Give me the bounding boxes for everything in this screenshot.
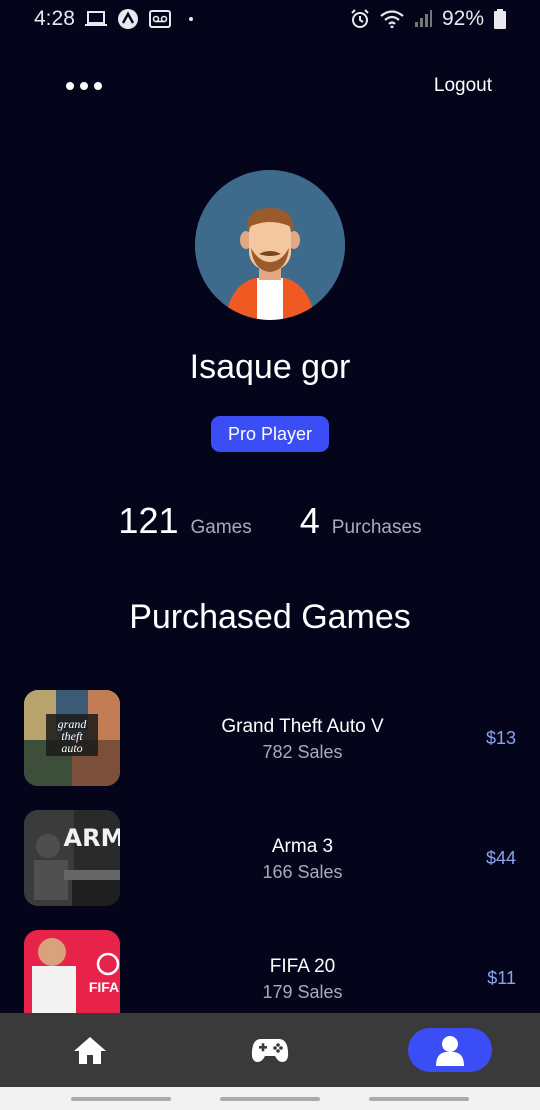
voicemail-icon [148, 10, 171, 28]
purchases-label: Purchases [331, 517, 422, 538]
svg-text:FIFA: FIFA [89, 979, 119, 995]
purchases-count: 4 [299, 500, 320, 541]
game-info: FIFA 20 179 Sales [170, 956, 435, 1003]
system-gesture-bar [0, 1087, 540, 1110]
profile-stats: 121 Games 4 Purchases [0, 500, 540, 550]
gta-v-cover: grand theft auto [24, 690, 120, 786]
battery-percentage: 92% [441, 7, 484, 30]
app-notification-icon [117, 8, 139, 30]
games-label: Games [190, 517, 252, 538]
games-count: 121 [118, 500, 179, 541]
game-price: $11 [487, 968, 516, 988]
status-time: 4:28 [34, 7, 75, 30]
gesture-handle [70, 1096, 171, 1101]
notification-dot-icon [188, 17, 193, 21]
game-price: $13 [485, 728, 516, 748]
game-sales: 166 Sales [262, 862, 343, 882]
svg-text:ARM: ARM [64, 824, 120, 852]
purchases-stat: 4 Purchases [300, 500, 422, 542]
game-title: FIFA 20 [269, 956, 336, 977]
avatar-illustration-icon [195, 170, 345, 320]
arma-3-cover: ARM [24, 810, 120, 906]
status-right: 92% [350, 7, 506, 31]
alarm-icon [350, 9, 370, 29]
game-info: Grand Theft Auto V 782 Sales [170, 716, 435, 763]
game-title: Grand Theft Auto V [221, 716, 384, 737]
laptop-icon [84, 11, 107, 27]
list-item[interactable]: ARM Arma 3 166 Sales $44 [0, 810, 540, 930]
status-left: 4:28 [34, 7, 193, 31]
games-stat: 121 Games [118, 500, 251, 542]
user-icon [436, 1036, 464, 1066]
gesture-handle [369, 1096, 470, 1101]
fifa-20-cover: FIFA [24, 930, 120, 1026]
battery-icon [494, 9, 506, 29]
game-title: Arma 3 [271, 836, 334, 857]
game-sales: 179 Sales [262, 982, 343, 1002]
nav-profile[interactable] [408, 1028, 492, 1072]
nav-games[interactable] [228, 1028, 312, 1072]
pro-player-badge: Pro Player [211, 416, 329, 452]
status-bar: 4:28 92% [0, 0, 540, 38]
nav-home[interactable] [48, 1028, 132, 1072]
gamepad-icon [251, 1039, 289, 1062]
signal-icon [414, 10, 432, 28]
profile-name: Isaque gor [189, 348, 351, 386]
logout-button[interactable]: Logout [434, 75, 492, 97]
wifi-icon [380, 10, 404, 28]
game-price: $44 [485, 848, 516, 868]
bottom-navigation [0, 1013, 540, 1087]
game-sales: 782 Sales [262, 742, 343, 762]
header: Logout [0, 66, 540, 106]
svg-text:auto: auto [61, 741, 82, 755]
avatar [195, 170, 345, 320]
list-item[interactable]: grand theft auto Grand Theft Auto V 782 … [0, 690, 540, 810]
more-options-icon[interactable] [66, 82, 102, 90]
section-title: Purchased Games [129, 598, 411, 636]
game-info: Arma 3 166 Sales [170, 836, 435, 883]
home-icon [74, 1037, 106, 1064]
gesture-handle [219, 1096, 320, 1101]
purchased-games-list: grand theft auto Grand Theft Auto V 782 … [0, 690, 540, 1050]
